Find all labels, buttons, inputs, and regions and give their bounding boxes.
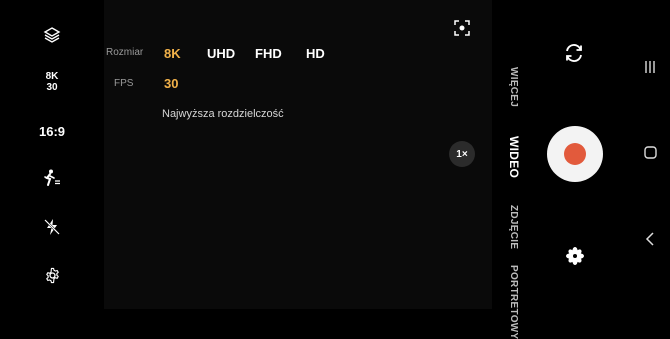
home-icon[interactable] <box>644 146 657 159</box>
flash-off-icon[interactable] <box>0 216 104 238</box>
mode-more[interactable]: WIĘCEJ <box>508 67 519 107</box>
left-toolbar: 8K 30 16:9 <box>0 0 104 309</box>
focus-frame-icon[interactable] <box>454 20 470 36</box>
size-option-fhd[interactable]: FHD <box>255 46 282 61</box>
resolution-badge-fps: 30 <box>46 82 58 93</box>
zoom-button[interactable]: 1× <box>449 141 475 167</box>
flower-filter-icon[interactable] <box>565 246 585 266</box>
mode-video[interactable]: WIDEO <box>507 136 521 178</box>
resolution-hint: Najwyższa rozdzielczość <box>162 108 284 120</box>
record-button[interactable] <box>547 126 603 182</box>
motion-photo-icon[interactable] <box>0 167 104 189</box>
layers-icon[interactable] <box>0 24 104 46</box>
record-dot <box>564 143 586 165</box>
resolution-badge-size: 8K <box>45 71 59 82</box>
fps-option-30[interactable]: 30 <box>164 76 178 91</box>
size-option-hd[interactable]: HD <box>306 46 325 61</box>
fps-label: FPS <box>114 78 134 89</box>
navigation-bar <box>630 0 670 309</box>
mode-photo[interactable]: ZDJĘCIE <box>508 205 519 249</box>
back-icon[interactable] <box>645 232 657 246</box>
size-option-uhd[interactable]: UHD <box>207 46 235 61</box>
aspect-ratio-button[interactable]: 16:9 <box>0 121 104 141</box>
gear-icon[interactable] <box>0 264 104 286</box>
viewfinder[interactable] <box>104 0 492 309</box>
size-label: Rozmiar <box>106 47 144 58</box>
size-option-8k[interactable]: 8K <box>164 46 181 61</box>
recents-icon[interactable] <box>643 60 657 74</box>
resolution-badge[interactable]: 8K 30 <box>0 71 104 93</box>
mode-portrait[interactable]: PORTRETOWY <box>508 265 519 339</box>
switch-camera-icon[interactable] <box>563 42 585 64</box>
